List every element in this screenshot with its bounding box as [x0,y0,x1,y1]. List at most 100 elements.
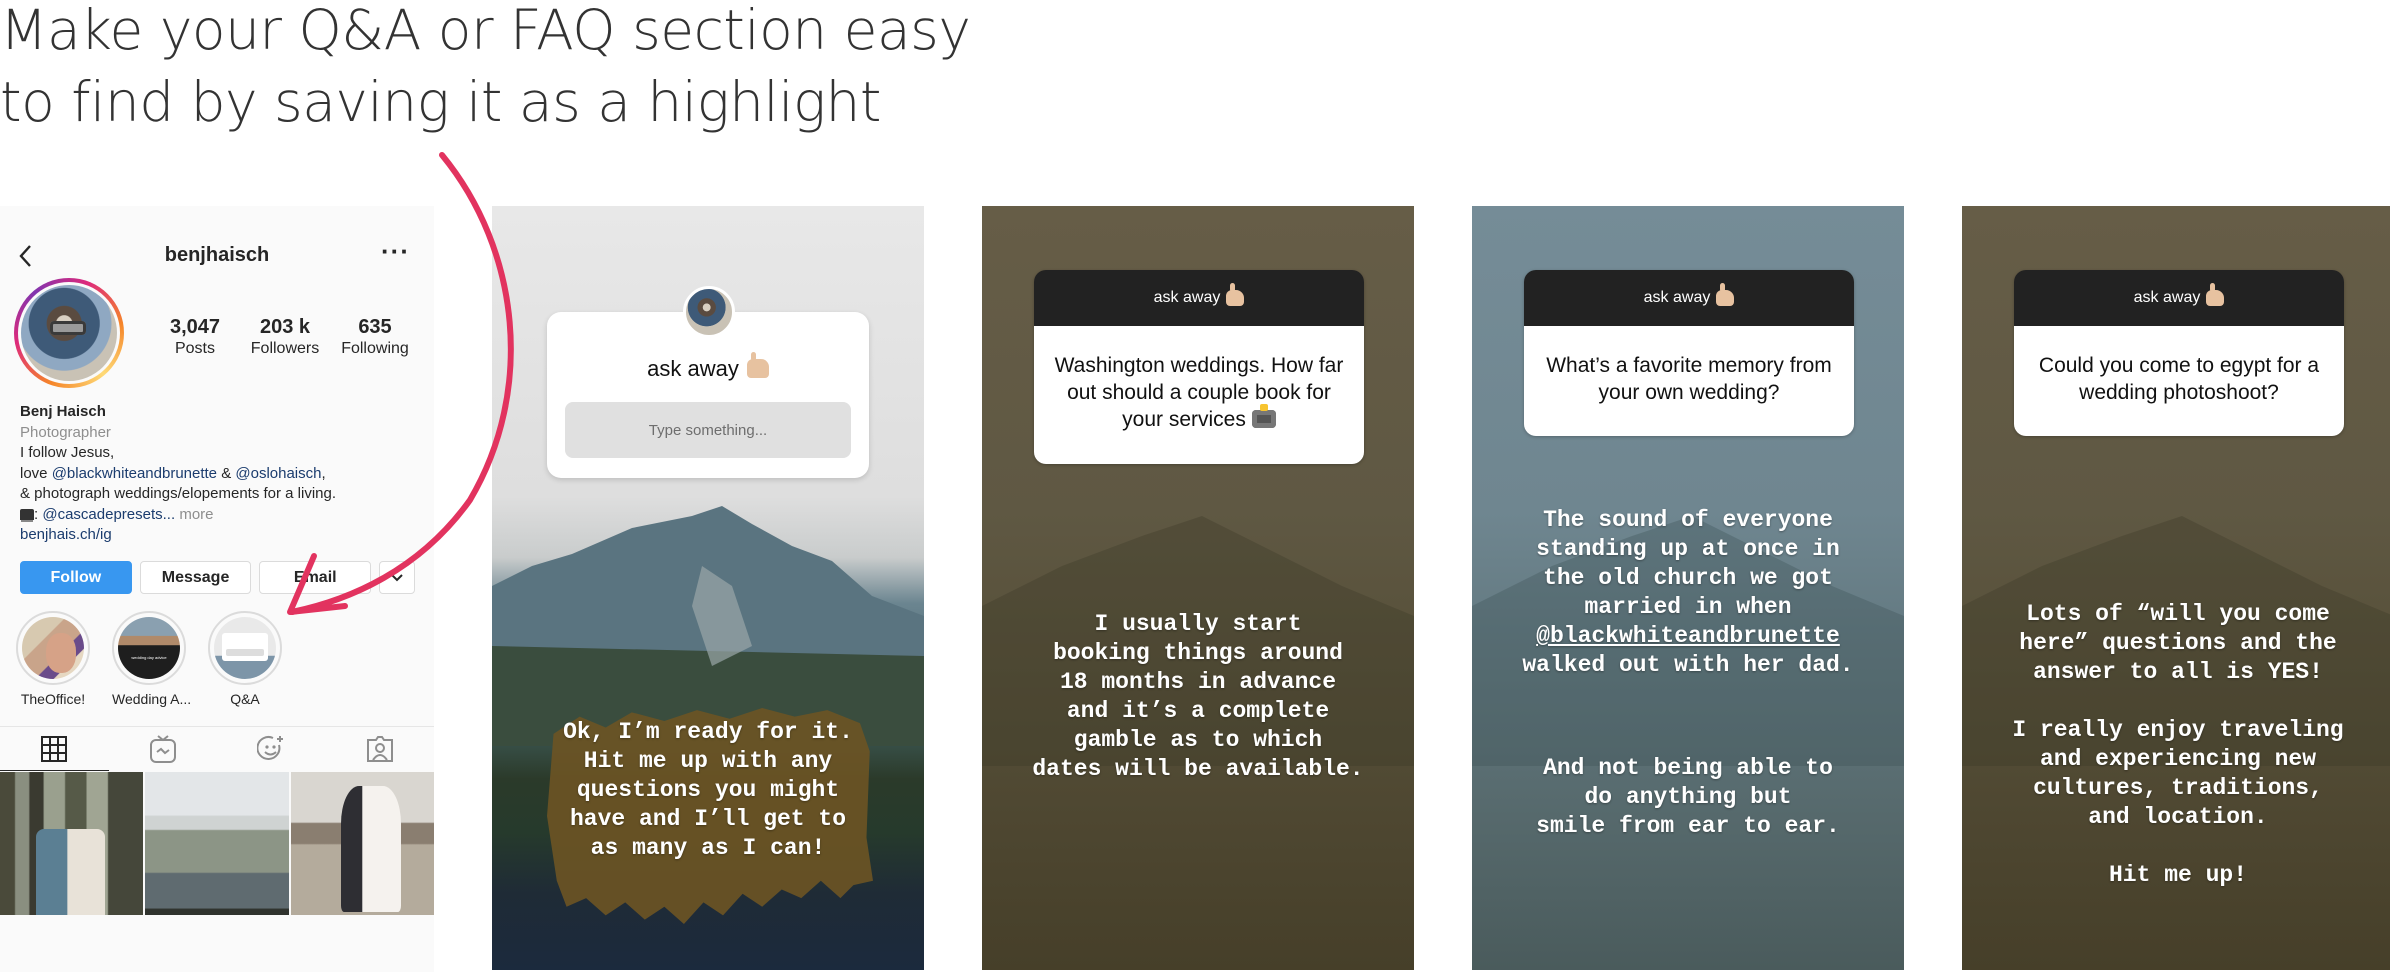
igtv-icon [149,735,176,763]
question-sticker: ask away Washington weddings. How far ou… [1034,270,1364,464]
post-grid [0,772,434,915]
bio-text: love [20,464,52,482]
profile-header: benjhaisch ··· [0,236,434,278]
bio-line-2: love @blackwhiteandbrunette & @oslohaisc… [20,464,430,485]
story-highlights: TheOffice! Wedding A... Q&A [16,611,282,707]
sticker-title-text: ask away [2133,289,2201,306]
stat-followers-value: 203 k [259,316,311,338]
profile-bio: Benj Haisch Photographer I follow Jesus,… [20,402,430,546]
sticker-avatar [683,286,735,338]
sticker-title: ask away [547,352,869,382]
sticker-header: ask away [2014,270,2344,326]
story-answer-text: Lots of “will you come here” questions a… [2012,601,2344,888]
story-answer-1: ask away Washington weddings. How far ou… [982,206,1414,970]
stat-following[interactable]: 635 Following [330,316,420,360]
bio-line-4: : @cascadepresets... more [20,505,430,526]
call-me-hand-emoji-icon [746,352,769,378]
email-button[interactable]: Email [259,561,372,594]
stat-followers-label: Followers [250,340,320,357]
tab-grid[interactable] [0,727,109,771]
bio-text: ... [162,505,176,523]
highlight-cover [118,617,180,679]
highlight-label: TheOffice! [20,691,86,707]
mountain-background [492,506,924,746]
highlight-label: Q&A [230,691,260,707]
bio-name: Benj Haisch [20,403,106,420]
sticker-question: Washington weddings. How far out should … [1034,326,1364,464]
question-sticker: ask away What’s a favorite memory from y… [1524,270,1854,436]
highlight-wedding-advice[interactable]: Wedding A... [112,611,192,707]
story-answer-text: The sound of everyone standing up at onc… [1472,506,1904,680]
sticker-title-text: ask away [1643,289,1711,306]
grid-icon [41,735,68,762]
bio-category: Photographer [20,423,111,441]
stat-posts-label: Posts [174,340,215,357]
sticker-header: ask away [1524,270,1854,326]
question-sticker[interactable]: ask away Type something... [547,286,869,478]
answer-text: The sound of everyone standing up at onc… [1536,507,1840,620]
post-thumbnail[interactable] [145,772,289,915]
mention-link[interactable]: @oslohaisch [235,465,321,482]
headline-line-1: Make your Q&A or FAQ section easy [0,0,971,62]
headline: Make your Q&A or FAQ section easy to fin… [0,0,1100,138]
sticker-title-text: ask away [1153,289,1221,306]
stat-posts[interactable]: 3,047 Posts [150,316,240,360]
answer-text: walked out with her dad. [1522,652,1854,678]
question-sticker: ask away Could you come to egypt for a w… [2014,270,2344,436]
call-me-hand-emoji-icon [2206,283,2225,306]
profile-actions: Follow Message Email [20,561,416,594]
message-button[interactable]: Message [139,561,252,594]
tab-tagged[interactable] [326,727,435,771]
sticker-question: Could you come to egypt for a wedding ph… [2014,326,2344,436]
story-question-sticker: ask away Type something... Ok, I’m ready… [492,206,924,970]
bio-text: , [321,464,326,482]
question-text: Washington weddings. How far out should … [1054,354,1344,431]
story-answer-text-2: And not being able to do anything but sm… [1536,755,1840,839]
highlight-cover [214,617,276,679]
effects-icon [257,736,284,760]
instagram-profile: benjhaisch ··· 3,047 Posts 203 k Followe… [0,206,434,972]
bio-line-3: & photograph weddings/elopements for a l… [20,485,337,502]
stat-followers[interactable]: 203 k Followers [240,316,330,360]
sticker-question: What’s a favorite memory from your own w… [1524,326,1854,436]
story-answer-2: ask away What’s a favorite memory from y… [1472,206,1904,970]
story-answer-3: ask away Could you come to egypt for a w… [1962,206,2390,970]
highlight-cover [22,617,84,679]
tagged-icon [366,736,393,762]
post-thumbnail[interactable] [0,772,144,915]
stat-following-label: Following [341,340,409,357]
bio-text: & [217,464,236,482]
website-link[interactable]: benjhais.ch/ig [20,525,430,546]
question-input[interactable]: Type something... [565,402,851,458]
suggested-dropdown-button[interactable] [379,561,416,594]
tab-igtv[interactable] [109,727,218,771]
stat-following-value: 635 [358,316,392,338]
bio-line-1: I follow Jesus, [20,444,115,461]
highlight-label: Wedding A... [112,691,192,707]
headline-line-2: to find by saving it as a highlight [0,70,881,134]
stat-posts-value: 3,047 [169,316,221,338]
post-thumbnail[interactable] [290,772,434,915]
story-answer-text: I usually start booking things around 18… [1032,611,1364,782]
mention-link[interactable]: @blackwhiteandbrunette [52,465,217,482]
sticker-title-text: ask away [647,356,739,381]
profile-username: benjhaisch [164,244,270,266]
highlight-qa[interactable]: Q&A [208,611,282,707]
profile-stats: 3,047 Posts 203 k Followers 635 Followin… [150,316,420,360]
chevron-down-icon [391,573,403,581]
profile-avatar[interactable] [14,278,124,388]
ellipsis-icon[interactable]: ··· [381,236,410,267]
avatar-photo [21,285,117,381]
mention-link[interactable]: @blackwhiteandbrunette [1536,623,1840,649]
laptop-icon [20,508,34,520]
highlight-theoffice[interactable]: TheOffice! [16,611,90,707]
profile-tabs [0,726,434,771]
tab-effects[interactable] [217,727,326,771]
mention-link[interactable]: @cascadepresets [42,506,162,523]
camera-flash-emoji-icon [1251,404,1276,428]
sticker-header: ask away [1034,270,1364,326]
story-answer-text: Ok, I’m ready for it. Hit me up with any… [563,719,853,861]
call-me-hand-emoji-icon [1226,283,1245,306]
bio-more-link[interactable]: more [175,506,213,523]
follow-button[interactable]: Follow [20,561,132,594]
